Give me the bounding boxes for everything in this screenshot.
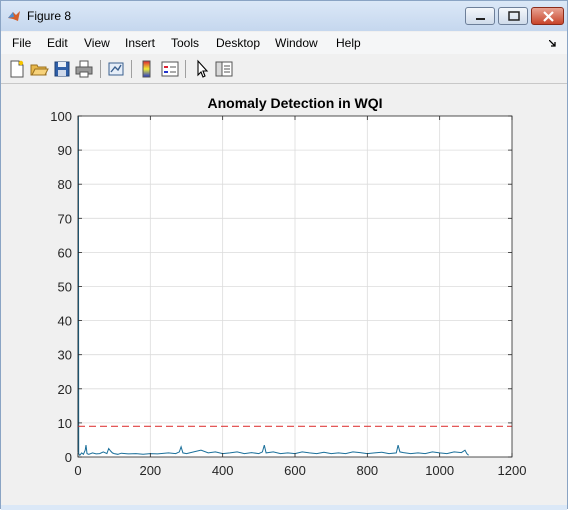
minimize-button[interactable] bbox=[465, 7, 495, 25]
toolbar bbox=[1, 55, 567, 84]
matlab-logo-icon bbox=[8, 11, 20, 21]
maximize-icon bbox=[508, 11, 520, 21]
y-tick-label: 80 bbox=[58, 177, 72, 192]
menu-edit[interactable]: Edit bbox=[47, 36, 68, 50]
x-tick-label: 1200 bbox=[498, 463, 527, 478]
window-title: Figure 8 bbox=[27, 9, 72, 23]
figure-window: Figure 8 File Edit View Insert Tools Des… bbox=[0, 0, 568, 510]
close-button[interactable] bbox=[531, 7, 564, 25]
close-icon bbox=[543, 11, 554, 22]
new-figure-icon[interactable] bbox=[7, 59, 27, 79]
maximize-button[interactable] bbox=[498, 7, 528, 25]
x-tick-label: 200 bbox=[139, 463, 161, 478]
edit-plot-icon[interactable] bbox=[192, 59, 212, 79]
y-tick-label: 90 bbox=[58, 143, 72, 158]
save-icon[interactable] bbox=[52, 59, 72, 79]
link-plot-icon[interactable] bbox=[106, 59, 126, 79]
y-tick-label: 30 bbox=[58, 348, 72, 363]
x-tick-label: 0 bbox=[74, 463, 81, 478]
dock-arrow-icon[interactable] bbox=[549, 40, 557, 48]
minimize-icon bbox=[476, 18, 485, 20]
chart[interactable]: 0 200 400 600 800 1000 1200 0 10 20 30 40 50 60 70 80 90… bbox=[5, 84, 565, 505]
menu-desktop[interactable]: Desktop bbox=[216, 36, 260, 50]
legend-icon[interactable] bbox=[160, 59, 180, 79]
y-tick-label: 60 bbox=[58, 245, 72, 260]
x-tick-label: 400 bbox=[212, 463, 234, 478]
x-tick-label: 1000 bbox=[425, 463, 454, 478]
y-tick-label: 50 bbox=[58, 280, 72, 295]
y-tick-label: 40 bbox=[58, 314, 72, 329]
open-file-icon[interactable] bbox=[29, 59, 49, 79]
toolbar-separator bbox=[185, 60, 186, 78]
y-tick-label: 10 bbox=[58, 416, 72, 431]
x-tick-label: 600 bbox=[284, 463, 306, 478]
menu-tools[interactable]: Tools bbox=[171, 36, 199, 50]
menu-bar: File Edit View Insert Tools Desktop Wind… bbox=[1, 32, 567, 54]
chart-title: Anomaly Detection in WQI bbox=[207, 95, 382, 111]
window-bottom-edge bbox=[1, 505, 567, 510]
toolbar-separator bbox=[131, 60, 132, 78]
toolbar-separator bbox=[100, 60, 101, 78]
menu-file[interactable]: File bbox=[12, 36, 31, 50]
y-tick-label: 70 bbox=[58, 211, 72, 226]
y-tick-label: 100 bbox=[50, 109, 72, 124]
menu-insert[interactable]: Insert bbox=[125, 36, 155, 50]
property-editor-icon[interactable] bbox=[214, 59, 234, 79]
colorbar-icon[interactable] bbox=[137, 59, 157, 79]
print-icon[interactable] bbox=[74, 59, 94, 79]
y-tick-label: 0 bbox=[65, 450, 72, 465]
x-tick-label: 800 bbox=[356, 463, 378, 478]
title-bar[interactable]: Figure 8 bbox=[1, 1, 567, 31]
figure-canvas: 0 200 400 600 800 1000 1200 0 10 20 30 40 50 60 70 80 90… bbox=[5, 84, 565, 505]
menu-view[interactable]: View bbox=[84, 36, 110, 50]
menu-window[interactable]: Window bbox=[275, 36, 318, 50]
y-tick-label: 20 bbox=[58, 382, 72, 397]
menu-help[interactable]: Help bbox=[336, 36, 361, 50]
